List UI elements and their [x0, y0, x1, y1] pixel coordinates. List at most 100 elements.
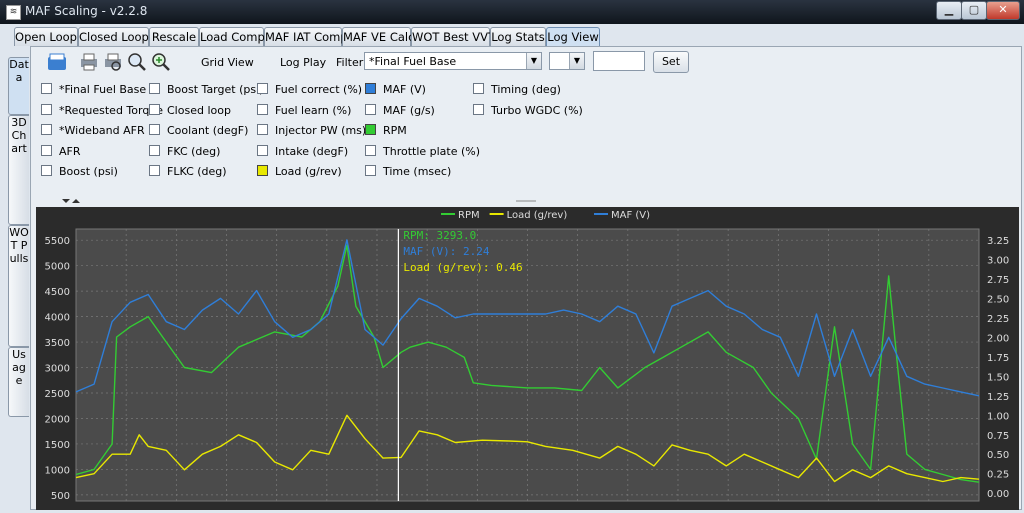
log-play-button[interactable]: Log Play: [280, 56, 326, 69]
close-icon[interactable]: ✕: [986, 1, 1020, 20]
minimize-icon[interactable]: ▁: [936, 1, 962, 20]
splitter[interactable]: [36, 199, 1016, 207]
tab-log-view[interactable]: Log View: [546, 27, 600, 46]
left-axis-tick-label: 3500: [45, 338, 70, 349]
column-checkbox-maf-v[interactable]: MAF (V): [365, 83, 426, 97]
left-axis-tick-label: 4500: [45, 287, 70, 298]
checkbox[interactable]: [149, 103, 160, 115]
cursor-readout: MAF (V): 2.24: [403, 245, 489, 258]
tab-wot-best-vvt[interactable]: WOT Best VVT: [411, 27, 495, 46]
filter-label: Filter: [336, 56, 364, 69]
filter-operator-select[interactable]: ▼: [549, 52, 585, 70]
checkbox[interactable]: [41, 165, 52, 176]
checkbox[interactable]: [365, 144, 376, 156]
right-axis-tick-label: 0.50: [987, 450, 1009, 461]
tab-load-comp[interactable]: Load Comp: [199, 27, 265, 46]
tab-rescale[interactable]: Rescale: [149, 27, 199, 46]
filter-value-input[interactable]: [593, 51, 645, 71]
side-tab-3d-chart[interactable]: 3D Chart: [8, 115, 29, 225]
checkbox[interactable]: [149, 124, 160, 135]
title-bar: ≋ MAF Scaling - v2.2.8 ▁ ▢ ✕: [0, 0, 1024, 24]
checkbox[interactable]: [41, 144, 52, 156]
legend-label: Load (g/rev): [507, 210, 568, 221]
checkbox[interactable]: [365, 103, 376, 115]
column-checkbox-intake-degf[interactable]: Intake (degF): [257, 144, 349, 159]
column-checkbox-closed-loop[interactable]: Closed loop: [149, 103, 231, 118]
column-checkbox-turbo-wgdc[interactable]: Turbo WGDC (%): [473, 103, 583, 118]
side-tab-wot-pulls[interactable]: WOT Pulls: [8, 225, 29, 347]
tab-maf-iat-comp[interactable]: MAF IAT Comp: [264, 27, 348, 46]
checkbox[interactable]: [257, 83, 268, 94]
left-axis-tick-label: 3000: [45, 364, 70, 375]
app-icon: ≋: [6, 5, 21, 20]
checkbox-label: Boost (psi): [59, 165, 118, 178]
checkbox[interactable]: [473, 83, 484, 94]
column-checkbox-fkc-deg[interactable]: FKC (deg): [149, 144, 220, 159]
print-preview-icon[interactable]: [102, 51, 124, 73]
column-checkbox-wideband-afr[interactable]: *Wideband AFR: [41, 124, 145, 138]
checkbox[interactable]: [149, 165, 160, 176]
log-chart[interactable]: 500 1000 1500 2000 2500 3000 3500 4000 4500 5000 5…: [36, 207, 1019, 510]
checkbox-label: Intake (degF): [275, 144, 349, 158]
filter-column-select[interactable]: *Final Fuel Base ▼: [364, 52, 542, 70]
column-checkbox-throttle-plate[interactable]: Throttle plate (%): [365, 144, 480, 159]
filter-column-value: *Final Fuel Base: [369, 55, 457, 68]
checkbox-label: Load (g/rev): [275, 165, 342, 178]
column-checkbox-fuel-correct[interactable]: Fuel correct (%): [257, 83, 362, 97]
checkbox[interactable]: [257, 165, 268, 176]
checkbox[interactable]: [473, 103, 484, 115]
chart-canvas[interactable]: 500 1000 1500 2000 2500 3000 3500 4000 4500 5000 5…: [36, 207, 1019, 510]
print-icon[interactable]: [78, 51, 100, 73]
side-tab-data[interactable]: Data: [8, 57, 29, 115]
checkbox[interactable]: [41, 124, 52, 135]
checkbox[interactable]: [149, 144, 160, 156]
right-axis-tick-label: 0.25: [987, 470, 1009, 481]
right-axis-tick-label: 0.75: [987, 431, 1009, 442]
tab-closed-loop[interactable]: Closed Loop: [78, 27, 149, 46]
column-checkbox-boost-target-psi[interactable]: Boost Target (psi): [149, 83, 263, 97]
column-checkbox-afr[interactable]: AFR: [41, 144, 81, 159]
checkbox-label: Closed loop: [167, 103, 231, 117]
checkbox[interactable]: [257, 144, 268, 156]
checkbox[interactable]: [257, 103, 268, 115]
right-axis-tick-label: 2.25: [987, 314, 1009, 325]
checkbox[interactable]: [365, 165, 376, 176]
chevron-down-icon: ▼: [526, 53, 541, 69]
column-checkbox-final-fuel-base[interactable]: *Final Fuel Base: [41, 83, 146, 97]
zoom-icon[interactable]: [126, 51, 148, 73]
checkbox[interactable]: [41, 103, 52, 115]
checkbox-label: Time (msec): [383, 165, 452, 178]
tab-log-stats[interactable]: Log Stats: [490, 27, 546, 46]
legend-label: RPM: [458, 210, 480, 221]
column-checkbox-boost-psi[interactable]: Boost (psi): [41, 165, 118, 179]
side-tab-usage[interactable]: Usage: [8, 347, 29, 417]
open-file-icon[interactable]: [46, 51, 68, 73]
checkbox[interactable]: [41, 83, 52, 94]
right-axis-tick-label: 1.75: [987, 353, 1009, 364]
checkbox-label: Timing (deg): [491, 83, 561, 96]
column-checkbox-flkc-deg[interactable]: FLKC (deg): [149, 165, 227, 179]
column-checkbox-rpm[interactable]: RPM: [365, 124, 407, 138]
right-axis-tick-label: 2.00: [987, 333, 1009, 344]
column-checkbox-load-g-rev[interactable]: Load (g/rev): [257, 165, 342, 179]
tab-maf-ve-calc[interactable]: MAF VE Calc: [342, 27, 414, 46]
set-button[interactable]: Set: [653, 51, 689, 73]
column-checkbox-injector-pw-ms[interactable]: Injector PW (ms): [257, 124, 366, 138]
checkbox[interactable]: [365, 124, 376, 135]
checkbox-label: *Wideband AFR: [59, 124, 145, 137]
column-checkbox-requested-torque[interactable]: *Requested Torque: [41, 103, 163, 118]
right-axis-tick-label: 1.50: [987, 372, 1009, 383]
tab-open-loop[interactable]: Open Loop: [14, 27, 78, 46]
cursor-readout: RPM: 3293.0: [403, 229, 476, 242]
checkbox[interactable]: [365, 83, 376, 94]
checkbox[interactable]: [257, 124, 268, 135]
checkbox[interactable]: [149, 83, 160, 94]
column-checkbox-timing-deg[interactable]: Timing (deg): [473, 83, 561, 97]
column-checkbox-coolant-degf[interactable]: Coolant (degF): [149, 124, 248, 138]
column-checkbox-time-msec[interactable]: Time (msec): [365, 165, 451, 179]
maximize-icon[interactable]: ▢: [961, 1, 987, 20]
zoom-fit-icon[interactable]: [150, 51, 172, 73]
column-checkbox-maf-g-s[interactable]: MAF (g/s): [365, 103, 435, 118]
column-checkbox-fuel-learn[interactable]: Fuel learn (%): [257, 103, 351, 118]
grid-view-button[interactable]: Grid View: [201, 56, 254, 69]
